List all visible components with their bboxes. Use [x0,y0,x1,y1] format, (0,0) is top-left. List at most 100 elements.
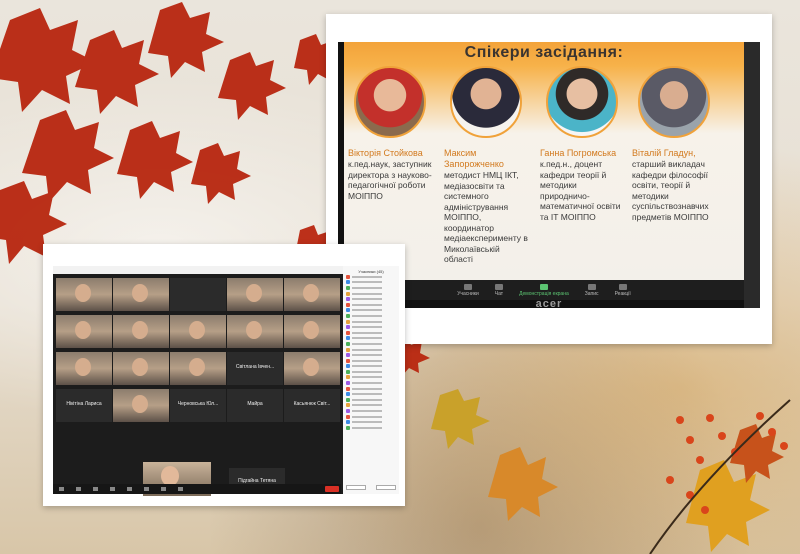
video-tile[interactable]: Черновська Юл... [170,389,226,422]
video-tile[interactable] [170,315,226,348]
participant-name [352,326,382,329]
video-tile[interactable]: Нікітіна Лариса [56,389,112,422]
participant-name [352,393,382,396]
participant-name [352,398,382,401]
video-tile[interactable] [170,352,226,385]
share-screen-icon [539,283,548,290]
video-tile[interactable] [227,278,283,311]
video-tile[interactable] [113,389,169,422]
participant-name [352,426,382,429]
avatar [346,274,350,279]
participants-icon [463,283,472,290]
video-icon[interactable] [76,487,81,491]
reactions-icon [618,283,627,290]
video-tile[interactable] [284,315,340,348]
zoom-gallery-photo: Світлана Івчен... Нікітіна Лариса Чернов… [43,244,405,506]
participant-name [352,275,382,278]
avatar [346,330,350,335]
slide-title: Спікери засідання: [464,44,624,61]
avatar [346,285,350,290]
participant-row[interactable] [343,425,399,431]
video-gallery: Світлана Івчен... Нікітіна Лариса Чернов… [56,278,340,466]
video-tile[interactable] [56,352,112,385]
record-icon[interactable] [161,487,166,491]
chat-icon[interactable] [127,487,132,491]
avatar [346,308,350,313]
speaker-desc: к.пед.наук, заступник директора з науков… [348,159,432,201]
participant-name [352,342,382,345]
participant-name [352,320,382,323]
speaker-name: Ганна Погромська [540,148,617,158]
participant-name [352,415,382,418]
speaker-photo [546,66,618,138]
participant-name [352,292,382,295]
video-tile[interactable]: Світлана Івчен... [227,352,283,385]
participant-name [352,387,382,390]
participant-name [352,365,382,368]
participant-name [352,404,382,407]
video-tile[interactable] [113,315,169,348]
chat-icon [494,283,503,290]
avatar [346,409,350,414]
share-screen-icon[interactable] [144,487,149,491]
video-tile[interactable] [284,278,340,311]
reactions-control[interactable]: Реакції [615,283,631,297]
zoom-window: Світлана Івчен... Нікітіна Лариса Чернов… [53,266,399,496]
avatar [346,302,350,307]
security-icon[interactable] [93,487,98,491]
end-meeting-button[interactable] [325,486,339,492]
video-tile[interactable] [170,278,226,311]
speaker-desc: к.пед.н., доцент кафедри теорії й методи… [540,159,621,222]
avatar [346,347,350,352]
laptop-frame [744,42,760,308]
record-control[interactable]: Запис [585,283,599,297]
video-tile[interactable] [113,352,169,385]
speaker-card: Вікторія Стойкова к.пед.наук, заступник … [348,66,432,201]
video-tile[interactable]: Майра [227,389,283,422]
video-tile[interactable] [56,278,112,311]
speaker-desc: методист НМЦ ІКТ, медіазосвіти та систем… [444,170,528,264]
speaker-name: Вікторія Стойкова [348,148,423,158]
speaker-name: Максим Запорожченко [444,148,504,169]
participants-panel: Учасники (45) [343,266,399,494]
share-screen-control[interactable]: Демонстрація екрана [519,283,569,297]
zoom-toolbar [53,484,341,494]
speaker-photo [450,66,522,138]
participant-name [352,421,382,424]
avatar [346,381,350,386]
participant-name [352,370,382,373]
chat-control[interactable]: Чат [494,283,503,297]
avatar [346,364,350,369]
participant-name [352,376,382,379]
participant-name [352,303,382,306]
video-tile[interactable] [227,315,283,348]
participant-name [352,354,382,357]
avatar [346,369,350,374]
speaker-photo [638,66,710,138]
avatar [346,420,350,425]
invite-button[interactable] [346,485,366,490]
avatar [346,386,350,391]
video-tile[interactable] [56,315,112,348]
speaker-desc: старший викладач кафедри філософії освіт… [632,159,709,222]
participants-control[interactable]: Учасники [457,283,479,297]
video-tile[interactable] [113,278,169,311]
participants-icon[interactable] [110,487,115,491]
record-icon [587,283,596,290]
mute-icon[interactable] [59,487,64,491]
mute-all-button[interactable] [376,485,396,490]
avatar [346,313,350,318]
reactions-icon[interactable] [178,487,183,491]
speaker-name: Віталій Гладун, [632,148,696,158]
avatar [346,291,350,296]
avatar [346,319,350,324]
participant-name [352,314,382,317]
participant-name [352,337,382,340]
speaker-card: Віталій Гладун, старший викладач кафедри… [632,66,716,222]
video-tile[interactable]: Касьянюк Світ... [284,389,340,422]
video-tile[interactable] [284,352,340,385]
participant-name [352,382,382,385]
avatar [346,403,350,408]
participant-name [352,331,382,334]
participant-name [352,410,382,413]
